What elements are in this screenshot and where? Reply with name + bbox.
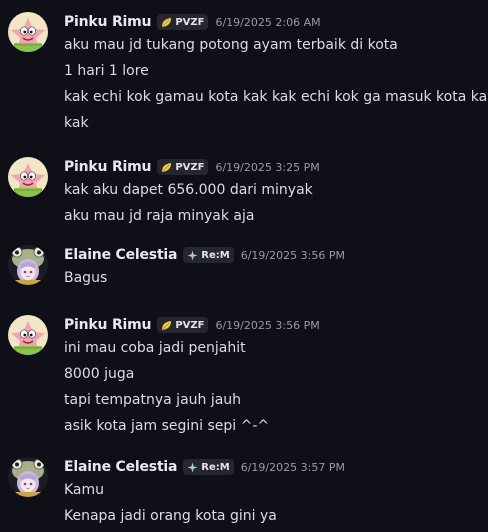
message-header: Pinku Rimu PVZF 6/19/2025 3:56 PM <box>64 315 320 335</box>
username[interactable]: Elaine Celestia <box>64 247 177 263</box>
message-timestamp[interactable]: 6/19/2025 3:56 PM <box>215 319 319 332</box>
message-timestamp[interactable]: 6/19/2025 3:57 PM <box>241 461 345 474</box>
server-tag-badge[interactable]: PVZF <box>157 14 209 30</box>
patrick-star-avatar-icon[interactable] <box>8 315 48 355</box>
message-line: kak <box>64 115 89 131</box>
message-line: 1 hari 1 lore <box>64 63 149 79</box>
message-timestamp[interactable]: 6/19/2025 3:56 PM <box>241 249 345 262</box>
message-line: aku mau jd raja minyak aja <box>64 208 255 224</box>
patrick-star-avatar-icon[interactable] <box>8 12 48 52</box>
message-header: Pinku Rimu PVZF 6/19/2025 2:06 AM <box>64 12 321 32</box>
leaf-icon <box>161 162 172 173</box>
message-line: Bagus <box>64 270 108 286</box>
username[interactable]: Elaine Celestia <box>64 459 177 475</box>
server-tag-badge[interactable]: Re:M <box>183 459 234 475</box>
message-line: asik kota jam segini sepi ^-^ <box>64 418 270 434</box>
message-header: Elaine Celestia Re:M 6/19/2025 3:56 PM <box>64 245 345 265</box>
message-header: Elaine Celestia Re:M 6/19/2025 3:57 PM <box>64 457 345 477</box>
server-tag-label: PVZF <box>175 319 205 331</box>
message-line: 8000 juga <box>64 366 135 382</box>
sparkle-icon <box>187 462 198 473</box>
chat-message-list: Pinku Rimu PVZF 6/19/2025 2:06 AM aku mau … <box>0 0 488 532</box>
frog-hat-girl-avatar-icon[interactable] <box>8 457 48 497</box>
server-tag-badge[interactable]: PVZF <box>157 159 209 175</box>
server-tag-label: Re:M <box>201 249 230 261</box>
username[interactable]: Pinku Rimu <box>64 159 152 175</box>
server-tag-label: PVZF <box>175 16 205 28</box>
message-header: Pinku Rimu PVZF 6/19/2025 3:25 PM <box>64 157 320 177</box>
message-line: aku mau jd tukang potong ayam terbaik di… <box>64 37 398 53</box>
message-timestamp[interactable]: 6/19/2025 3:25 PM <box>215 161 319 174</box>
message-line: kak echi kok gamau kota kak kak echi kok… <box>64 89 488 105</box>
server-tag-badge[interactable]: PVZF <box>157 317 209 333</box>
server-tag-label: Re:M <box>201 461 230 473</box>
message-line: tapi tempatnya jauh jauh <box>64 392 242 408</box>
message-line: Kamu <box>64 482 105 498</box>
frog-hat-girl-avatar-icon[interactable] <box>8 245 48 285</box>
message-line: Kenapa jadi orang kota gini ya <box>64 508 277 524</box>
message-line: kak aku dapet 656.000 dari minyak <box>64 182 313 198</box>
server-tag-badge[interactable]: Re:M <box>183 247 234 263</box>
username[interactable]: Pinku Rimu <box>64 14 152 30</box>
server-tag-label: PVZF <box>175 161 205 173</box>
message-timestamp[interactable]: 6/19/2025 2:06 AM <box>215 16 320 29</box>
patrick-star-avatar-icon[interactable] <box>8 157 48 197</box>
leaf-icon <box>161 17 172 28</box>
sparkle-icon <box>187 250 198 261</box>
message-line: ini mau coba jadi penjahit <box>64 340 246 356</box>
leaf-icon <box>161 320 172 331</box>
username[interactable]: Pinku Rimu <box>64 317 152 333</box>
